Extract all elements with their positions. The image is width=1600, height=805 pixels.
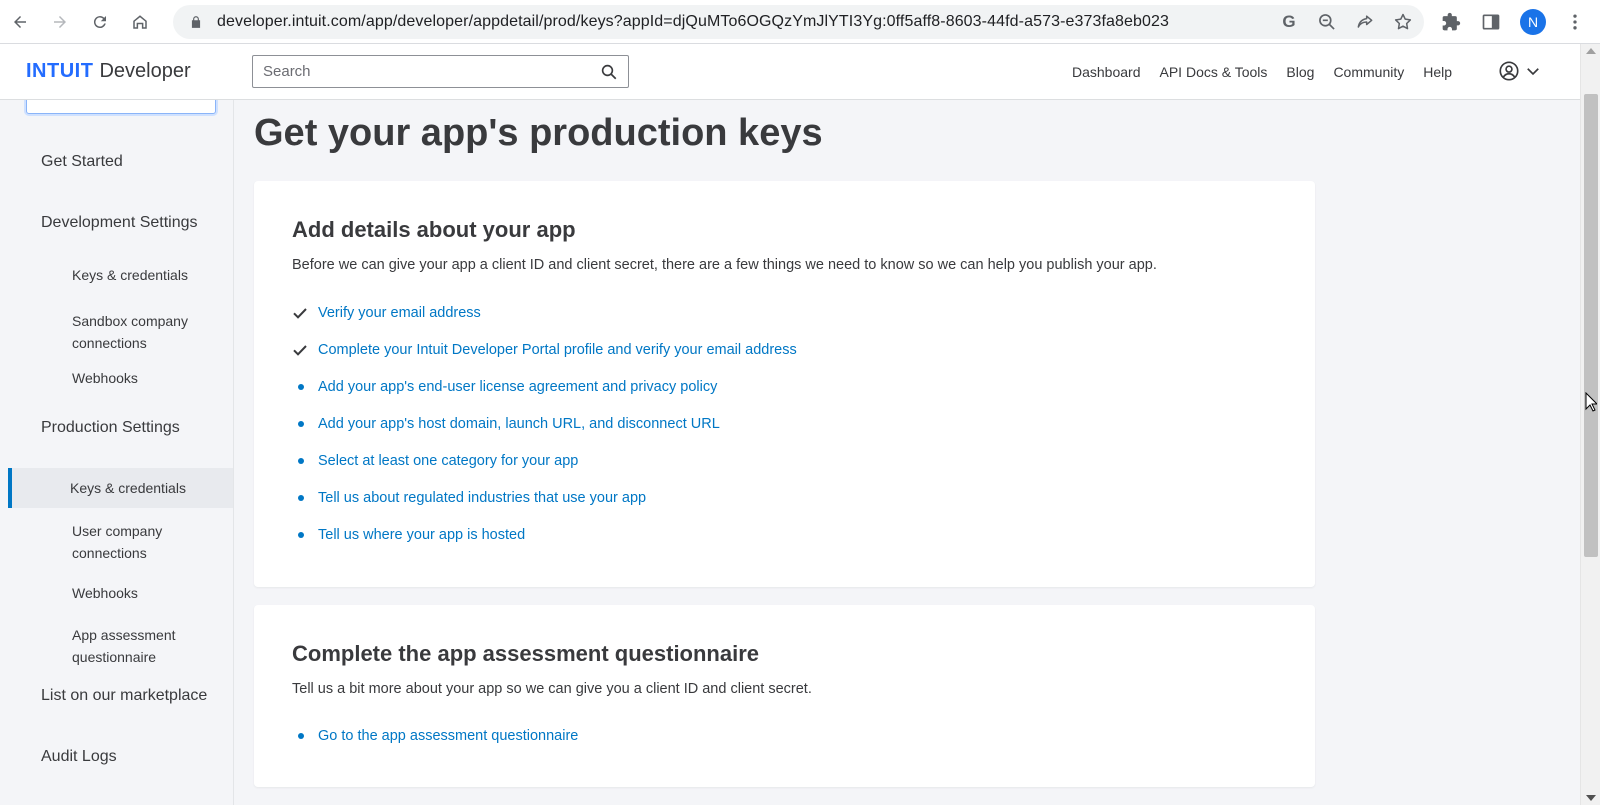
task-link-host-domain[interactable]: Add your app's host domain, launch URL, …: [318, 416, 720, 432]
task-item: Tell us about regulated industries that …: [292, 486, 646, 510]
app-selector[interactable]: [26, 100, 216, 114]
star-icon[interactable]: [1392, 11, 1414, 33]
sidebar-item-marketplace[interactable]: List on our marketplace: [41, 687, 207, 705]
address-bar[interactable]: developer.intuit.com/app/developer/appde…: [173, 5, 1424, 39]
app-details-card: Add details about your app Before we can…: [254, 181, 1315, 587]
share-icon[interactable]: [1354, 11, 1376, 33]
check-icon: [293, 345, 307, 356]
bullet-icon: [298, 458, 304, 464]
sidebar-item-audit-logs[interactable]: Audit Logs: [41, 748, 117, 766]
task-item: Verify your email address: [292, 301, 481, 325]
home-icon: [133, 14, 147, 29]
browser-toolbar: developer.intuit.com/app/developer/appde…: [0, 0, 1600, 44]
scroll-up-arrow[interactable]: [1586, 48, 1596, 54]
arrow-left-icon: [14, 15, 26, 28]
user-circle-icon: [1499, 61, 1519, 81]
search-input[interactable]: [263, 63, 593, 80]
task-item: Complete your Intuit Developer Portal pr…: [292, 338, 797, 362]
search-box: [252, 55, 629, 88]
task-item: Go to the app assessment questionnaire: [292, 724, 578, 748]
user-menu[interactable]: [1498, 60, 1542, 82]
task-link-verify-email[interactable]: Verify your email address: [318, 305, 481, 321]
task-link-complete-profile[interactable]: Complete your Intuit Developer Portal pr…: [318, 342, 797, 358]
task-link-hosting[interactable]: Tell us where your app is hosted: [318, 527, 525, 543]
mouse-cursor-icon: [1585, 392, 1597, 412]
nav-help[interactable]: Help: [1423, 64, 1452, 80]
card-title: Complete the app assessment questionnair…: [292, 641, 760, 666]
nav-dashboard[interactable]: Dashboard: [1072, 64, 1141, 80]
home-button[interactable]: [120, 2, 160, 42]
google-icon[interactable]: G: [1278, 11, 1300, 33]
logo-product: Developer: [99, 60, 191, 82]
sidebar-item-development-settings[interactable]: Development Settings: [41, 214, 198, 232]
site-header: INTUIT Developer Dashboard API Docs & To…: [0, 44, 1580, 100]
nav-blog[interactable]: Blog: [1286, 64, 1314, 80]
task-link-questionnaire[interactable]: Go to the app assessment questionnaire: [318, 728, 578, 744]
sidebar-item-user-connections[interactable]: User company connections: [72, 520, 192, 564]
task-item: Add your app's host domain, launch URL, …: [292, 412, 720, 436]
back-button[interactable]: [0, 2, 40, 42]
url-text: developer.intuit.com/app/developer/appde…: [217, 13, 1170, 30]
nav-community[interactable]: Community: [1333, 64, 1404, 80]
task-item: Tell us where your app is hosted: [292, 523, 525, 547]
more-vertical-icon[interactable]: [1564, 11, 1586, 33]
reload-button[interactable]: [80, 2, 120, 42]
extensions-icon[interactable]: [1440, 11, 1462, 33]
task-item: Add your app's end-user license agreemen…: [292, 375, 717, 399]
sidebar-item-production-settings[interactable]: Production Settings: [41, 419, 180, 437]
search-icon[interactable]: [600, 63, 618, 81]
task-link-regulated-industries[interactable]: Tell us about regulated industries that …: [318, 490, 646, 506]
bullet-icon: [298, 532, 304, 538]
page-scrollbar[interactable]: [1580, 44, 1600, 805]
forward-button[interactable]: [40, 2, 80, 42]
task-link-category[interactable]: Select at least one category for your ap…: [318, 453, 578, 469]
sidebar-item-dev-webhooks[interactable]: Webhooks: [72, 367, 138, 389]
page-title: Get your app's production keys: [254, 112, 823, 154]
questionnaire-card: Complete the app assessment questionnair…: [254, 605, 1315, 787]
sidebar-item-prod-webhooks[interactable]: Webhooks: [72, 582, 138, 604]
sidebar-item-dev-keys[interactable]: Keys & credentials: [72, 264, 188, 286]
task-item: Select at least one category for your ap…: [292, 449, 578, 473]
top-nav: Dashboard API Docs & Tools Blog Communit…: [1072, 44, 1452, 100]
reload-icon: [93, 15, 106, 28]
card-description: Before we can give your app a client ID …: [292, 257, 1157, 273]
sidebar-item-app-assessment[interactable]: App assessment questionnaire: [72, 624, 192, 668]
lock-icon: [191, 16, 201, 28]
chevron-down-icon: [1527, 68, 1539, 76]
logo-brand: INTUIT: [26, 60, 94, 82]
sidebar: Get Started Development Settings Keys & …: [0, 100, 234, 805]
zoom-icon[interactable]: [1316, 11, 1338, 33]
bullet-icon: [298, 495, 304, 501]
scroll-thumb[interactable]: [1584, 94, 1598, 557]
check-icon: [293, 308, 307, 319]
bullet-icon: [298, 421, 304, 427]
side-panel-icon[interactable]: [1480, 11, 1502, 33]
intuit-developer-logo[interactable]: INTUIT Developer: [26, 60, 191, 83]
sidebar-item-sandbox-connections[interactable]: Sandbox company connections: [72, 310, 212, 354]
profile-avatar[interactable]: N: [1520, 9, 1546, 35]
card-description: Tell us a bit more about your app so we …: [292, 681, 812, 697]
bullet-icon: [298, 384, 304, 390]
card-title: Add details about your app: [292, 217, 576, 242]
arrow-right-icon: [54, 15, 66, 28]
sidebar-item-prod-keys[interactable]: Keys & credentials: [70, 477, 186, 499]
scroll-down-arrow[interactable]: [1586, 795, 1596, 801]
sidebar-item-get-started[interactable]: Get Started: [41, 153, 123, 171]
nav-api-docs[interactable]: API Docs & Tools: [1160, 64, 1268, 80]
bullet-icon: [298, 733, 304, 739]
task-link-eula[interactable]: Add your app's end-user license agreemen…: [318, 379, 717, 395]
